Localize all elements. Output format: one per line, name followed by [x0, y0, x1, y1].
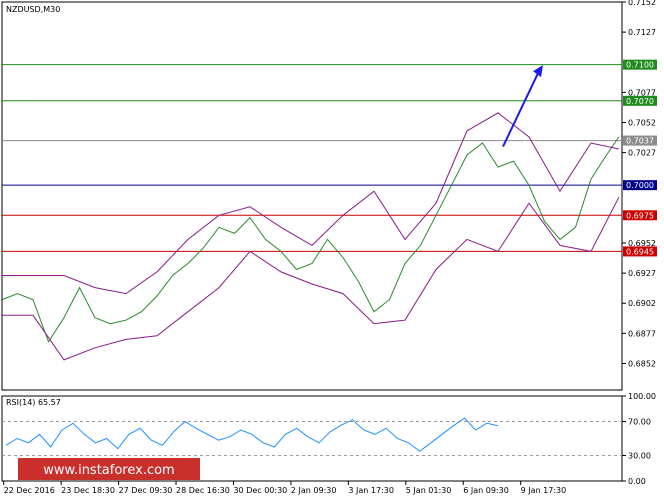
- price-frame: [1, 1, 623, 391]
- level-label: 0.7000: [626, 181, 654, 190]
- price-tick-label: 0.7077: [628, 88, 656, 97]
- rsi-line: [5, 417, 499, 452]
- chart-title: NZDUSD,M30: [6, 5, 60, 14]
- level-label: 0.6945: [626, 247, 654, 256]
- price-tick-label: 0.6852: [628, 359, 656, 368]
- time-tick-label: 30 Dec 00:30: [233, 486, 287, 495]
- price-tick-label: 0.7052: [628, 118, 656, 127]
- level-label: 0.7100: [626, 61, 654, 70]
- watermark: www.instaforex.com: [18, 458, 200, 480]
- rsi-tick-label: 30.00: [628, 452, 651, 461]
- time-tick-label: 22 Dec 2016: [4, 486, 55, 495]
- chart: 0.7100 0.7070 0.7037 0.7000 0.6975 0.6945 0.7…: [0, 0, 664, 498]
- rsi-tick-label: 0.00: [628, 477, 646, 486]
- time-tick-label: 23 Dec 18:30: [61, 486, 115, 495]
- time-tick-label: 3 Jan 17:30: [348, 486, 394, 495]
- level-label: 0.6975: [626, 211, 654, 220]
- price-levels: 0.7100 0.7070 0.7037 0.7000 0.6975 0.6945: [2, 59, 657, 257]
- time-tick-label: 2 Jan 09:30: [291, 486, 337, 495]
- arrow-shaft: [502, 68, 541, 148]
- price-tick-label: 0.6877: [628, 329, 656, 338]
- time-tick-label: 5 Jan 01:30: [406, 486, 452, 495]
- level-label: 0.7070: [626, 97, 654, 106]
- time-tick-label: 28 Dec 16:30: [176, 486, 230, 495]
- series-line: [2, 196, 620, 361]
- rsi-tick-label: 70.00: [628, 418, 651, 427]
- price-tick-label: 0.6927: [628, 269, 656, 278]
- price-tick-label: 0.7127: [628, 28, 656, 37]
- price-tick-label: 0.7152: [628, 0, 656, 7]
- time-tick-label: 6 Jan 09:30: [463, 486, 509, 495]
- series-line: [1, 136, 620, 343]
- series-line: [2, 112, 620, 295]
- level-label: 0.7037: [626, 137, 654, 146]
- price-tick-label: 0.6952: [628, 239, 656, 248]
- price-tick-label: 0.6902: [628, 299, 656, 308]
- time-axis: 22 Dec 2016 23 Dec 18:30 27 Dec 09:30 28 De…: [3, 481, 567, 495]
- chart-svg: 0.7100 0.7070 0.7037 0.7000 0.6975 0.6945 0.7…: [1, 0, 657, 495]
- price-series: [1, 112, 620, 361]
- price-panel: [1, 1, 623, 391]
- rsi-label: RSI(14) 65.57: [6, 398, 61, 407]
- time-tick-label: 27 Dec 09:30: [119, 486, 173, 495]
- rsi-tick-label: 100.00: [628, 392, 656, 401]
- watermark-text: www.instaforex.com: [43, 463, 174, 478]
- forecast-arrow: [502, 65, 543, 148]
- time-tick-label: 9 Jan 17:30: [521, 486, 567, 495]
- price-tick-label: 0.7027: [628, 149, 656, 158]
